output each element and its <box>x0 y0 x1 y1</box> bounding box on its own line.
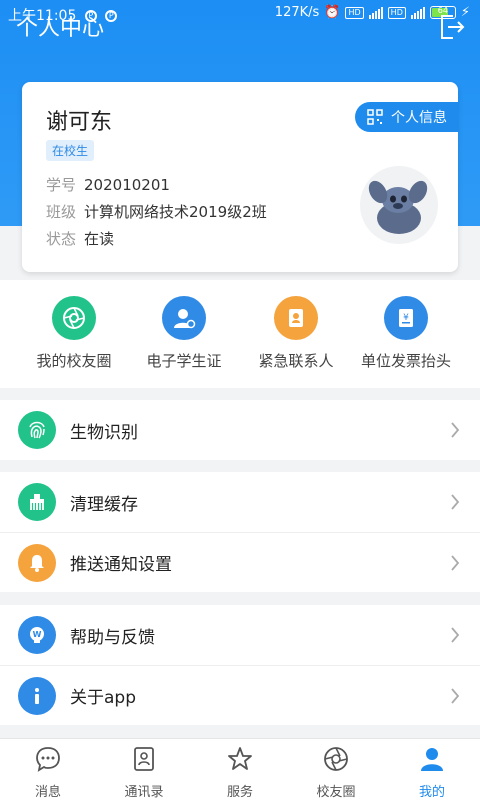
quick-action-label: 紧急联系人 <box>258 352 334 370</box>
hd-icon: HD <box>345 6 364 19</box>
avatar[interactable] <box>360 166 438 244</box>
star-icon <box>228 747 252 770</box>
tab-alumni[interactable]: 校友圈 <box>288 745 384 800</box>
quick-action-label: 单位发票抬头 <box>360 352 451 370</box>
menu-group-about: W 帮助与反馈 关于app <box>0 605 480 725</box>
signal-icon-2 <box>410 6 425 19</box>
logout-button[interactable] <box>436 12 466 42</box>
chevron-right-icon <box>451 422 460 438</box>
invoice-icon: ¥ <box>384 296 428 340</box>
page-title: 个人中心 <box>16 16 105 41</box>
menu-item-biometrics[interactable]: 生物识别 <box>0 400 480 460</box>
status-badge: 在校生 <box>46 140 95 161</box>
menu-label: 关于app <box>70 688 136 708</box>
tab-label: 校友圈 <box>316 785 356 800</box>
menu-item-about-app[interactable]: 关于app <box>0 665 480 725</box>
chat-icon <box>36 747 60 772</box>
avatar-image <box>368 180 428 234</box>
menu-item-help-feedback[interactable]: W 帮助与反馈 <box>0 605 480 665</box>
signal-icon <box>368 6 383 19</box>
hd-icon-2: HD <box>387 6 406 19</box>
chevron-right-icon <box>451 627 460 643</box>
menu-label: 推送通知设置 <box>70 555 172 575</box>
menu-label: 清理缓存 <box>70 494 138 515</box>
net-speed: 127K/s <box>274 5 320 20</box>
chevron-right-icon <box>451 688 460 704</box>
bell-icon <box>18 544 56 582</box>
student-card-icon <box>162 296 206 340</box>
menu-label: 帮助与反馈 <box>70 627 155 648</box>
tab-label: 通讯录 <box>124 785 164 800</box>
tab-services[interactable]: 服务 <box>192 745 288 800</box>
menu-label: 生物识别 <box>70 422 138 443</box>
class-value: 计算机网络技术2019级2班 <box>84 203 267 221</box>
bottom-tab-bar: 消息 通讯录 服务 校友圈 我的 <box>0 738 480 800</box>
status-value: 在读 <box>84 230 115 248</box>
chevron-right-icon <box>451 555 460 571</box>
status-label: 状态 <box>46 230 77 248</box>
chevron-right-icon <box>451 494 460 510</box>
tab-label: 消息 <box>34 785 61 800</box>
personal-info-label: 个人信息 <box>391 110 447 126</box>
notification-icon-2: P <box>105 10 118 22</box>
logout-icon <box>441 15 465 39</box>
profile-card: 谢可东 在校生 个人信息 学号 202010201 班级 计算机网络技术2019级2… <box>22 82 459 272</box>
student-id-value: 202010201 <box>84 176 170 194</box>
svg-text:W: W <box>33 630 42 639</box>
aperture-icon <box>324 747 348 771</box>
quick-action-invoice-title[interactable]: ¥ 单位发票抬头 <box>346 296 466 371</box>
address-book-icon <box>134 747 154 771</box>
student-id-label: 学号 <box>46 176 77 194</box>
student-id-row: 学号 202010201 <box>46 174 170 195</box>
contact-book-icon <box>274 296 318 340</box>
menu-group-settings: 清理缓存 推送通知设置 <box>0 472 480 592</box>
quick-action-student-card[interactable]: 电子学生证 <box>124 296 244 371</box>
menu-item-push-settings[interactable]: 推送通知设置 <box>0 532 480 592</box>
alarm-icon: ⏰ <box>324 5 341 20</box>
user-icon <box>421 748 443 771</box>
quick-action-alumni-circle[interactable]: 我的校友圈 <box>14 296 134 371</box>
quick-action-label: 电子学生证 <box>146 352 222 370</box>
aperture-icon <box>52 296 96 340</box>
class-label: 班级 <box>46 203 77 221</box>
tab-label: 服务 <box>226 785 253 800</box>
menu-group-security: 生物识别 <box>0 400 480 460</box>
menu-item-clear-cache[interactable]: 清理缓存 <box>0 472 480 532</box>
svg-text:¥: ¥ <box>403 313 409 323</box>
fingerprint-icon <box>18 411 56 449</box>
status-row: 状态 在读 <box>46 228 114 249</box>
class-row: 班级 计算机网络技术2019级2班 <box>46 201 267 222</box>
tab-messages[interactable]: 消息 <box>0 745 96 800</box>
tab-label: 我的 <box>418 785 445 800</box>
broom-icon <box>18 483 56 521</box>
tab-contacts[interactable]: 通讯录 <box>96 745 192 800</box>
info-icon <box>18 677 56 715</box>
qr-icon <box>367 109 383 125</box>
user-name: 谢可东 <box>46 110 113 135</box>
quick-action-label: 我的校友圈 <box>36 352 112 370</box>
help-bulb-icon: W <box>18 616 56 654</box>
personal-info-button[interactable]: 个人信息 <box>355 102 459 132</box>
quick-action-emergency-contact[interactable]: 紧急联系人 <box>236 296 356 371</box>
quick-actions: 我的校友圈 电子学生证 紧急联系人 ¥ 单位发票抬头 <box>0 280 480 388</box>
tab-mine[interactable]: 我的 <box>384 745 480 800</box>
